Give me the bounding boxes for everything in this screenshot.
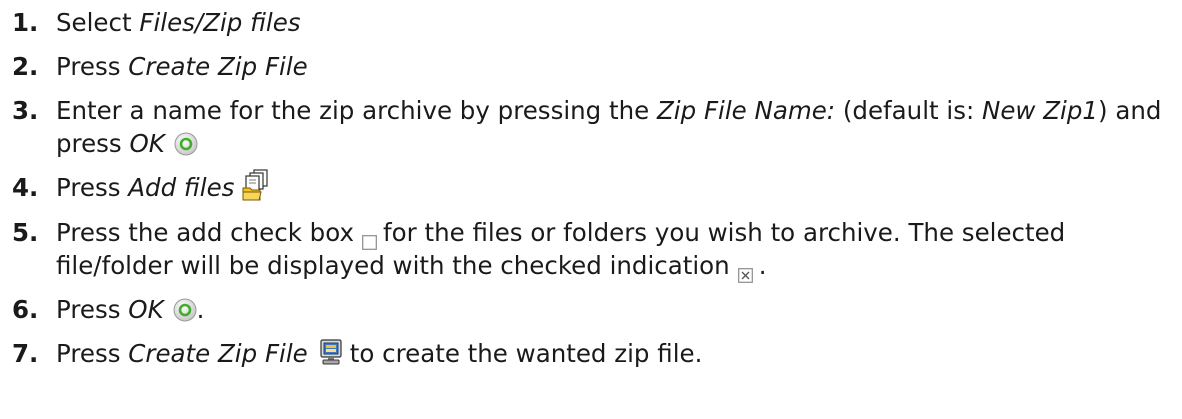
add-files-icon: [242, 169, 272, 201]
menu-path: Files/Zip files: [139, 8, 301, 37]
step-number: 1.: [12, 8, 39, 37]
step-1: 1. Select Files/Zip files: [12, 6, 1172, 39]
step-5: 5. Press the add check box for the files o…: [12, 216, 1172, 283]
ok-circle-icon: [174, 131, 198, 156]
step-text: Press: [56, 173, 129, 202]
step-number: 2.: [12, 52, 39, 81]
step-text: .: [196, 295, 205, 324]
step-number: 3.: [12, 96, 39, 125]
command-name: Create Zip File: [128, 52, 308, 81]
ok-label: OK: [129, 129, 165, 158]
step-text: Press: [56, 52, 129, 81]
step-number: 5.: [12, 218, 39, 247]
step-text: .: [758, 251, 767, 280]
step-number: 4.: [12, 173, 39, 202]
default-value: New Zip1: [982, 96, 1098, 125]
command-name: Add files: [128, 173, 235, 202]
create-zip-file-icon: [318, 338, 344, 366]
instruction-steps: 1. Select Files/Zip files 2. Press Create …: [12, 6, 1172, 370]
field-name: Zip File Name:: [657, 96, 836, 125]
step-4: 4. Press Add files: [12, 169, 1172, 205]
ok-label: OK: [128, 295, 164, 324]
step-text: (default is:: [835, 96, 983, 125]
step-text: Press: [56, 339, 129, 368]
step-text: Press the add check box: [56, 218, 354, 247]
step-text: Press: [56, 295, 129, 324]
ok-circle-icon: [173, 297, 197, 322]
step-6: 6. Press OK.: [12, 293, 1172, 326]
step-3: 3. Enter a name for the zip archive by pr…: [12, 94, 1172, 160]
step-text: Enter a name for the zip archive by pres…: [56, 96, 658, 125]
step-number: 7.: [12, 339, 39, 368]
step-2: 2. Press Create Zip File: [12, 50, 1172, 83]
step-text: to create the wanted zip file.: [349, 339, 703, 368]
checked-box-icon: [737, 258, 753, 283]
unchecked-box-icon: [362, 225, 377, 250]
command-name: Create Zip File: [128, 339, 308, 368]
step-7: 7. Press Create Zip File to create the wan…: [12, 337, 1172, 370]
step-text: Select: [56, 8, 140, 37]
step-number: 6.: [12, 295, 39, 324]
